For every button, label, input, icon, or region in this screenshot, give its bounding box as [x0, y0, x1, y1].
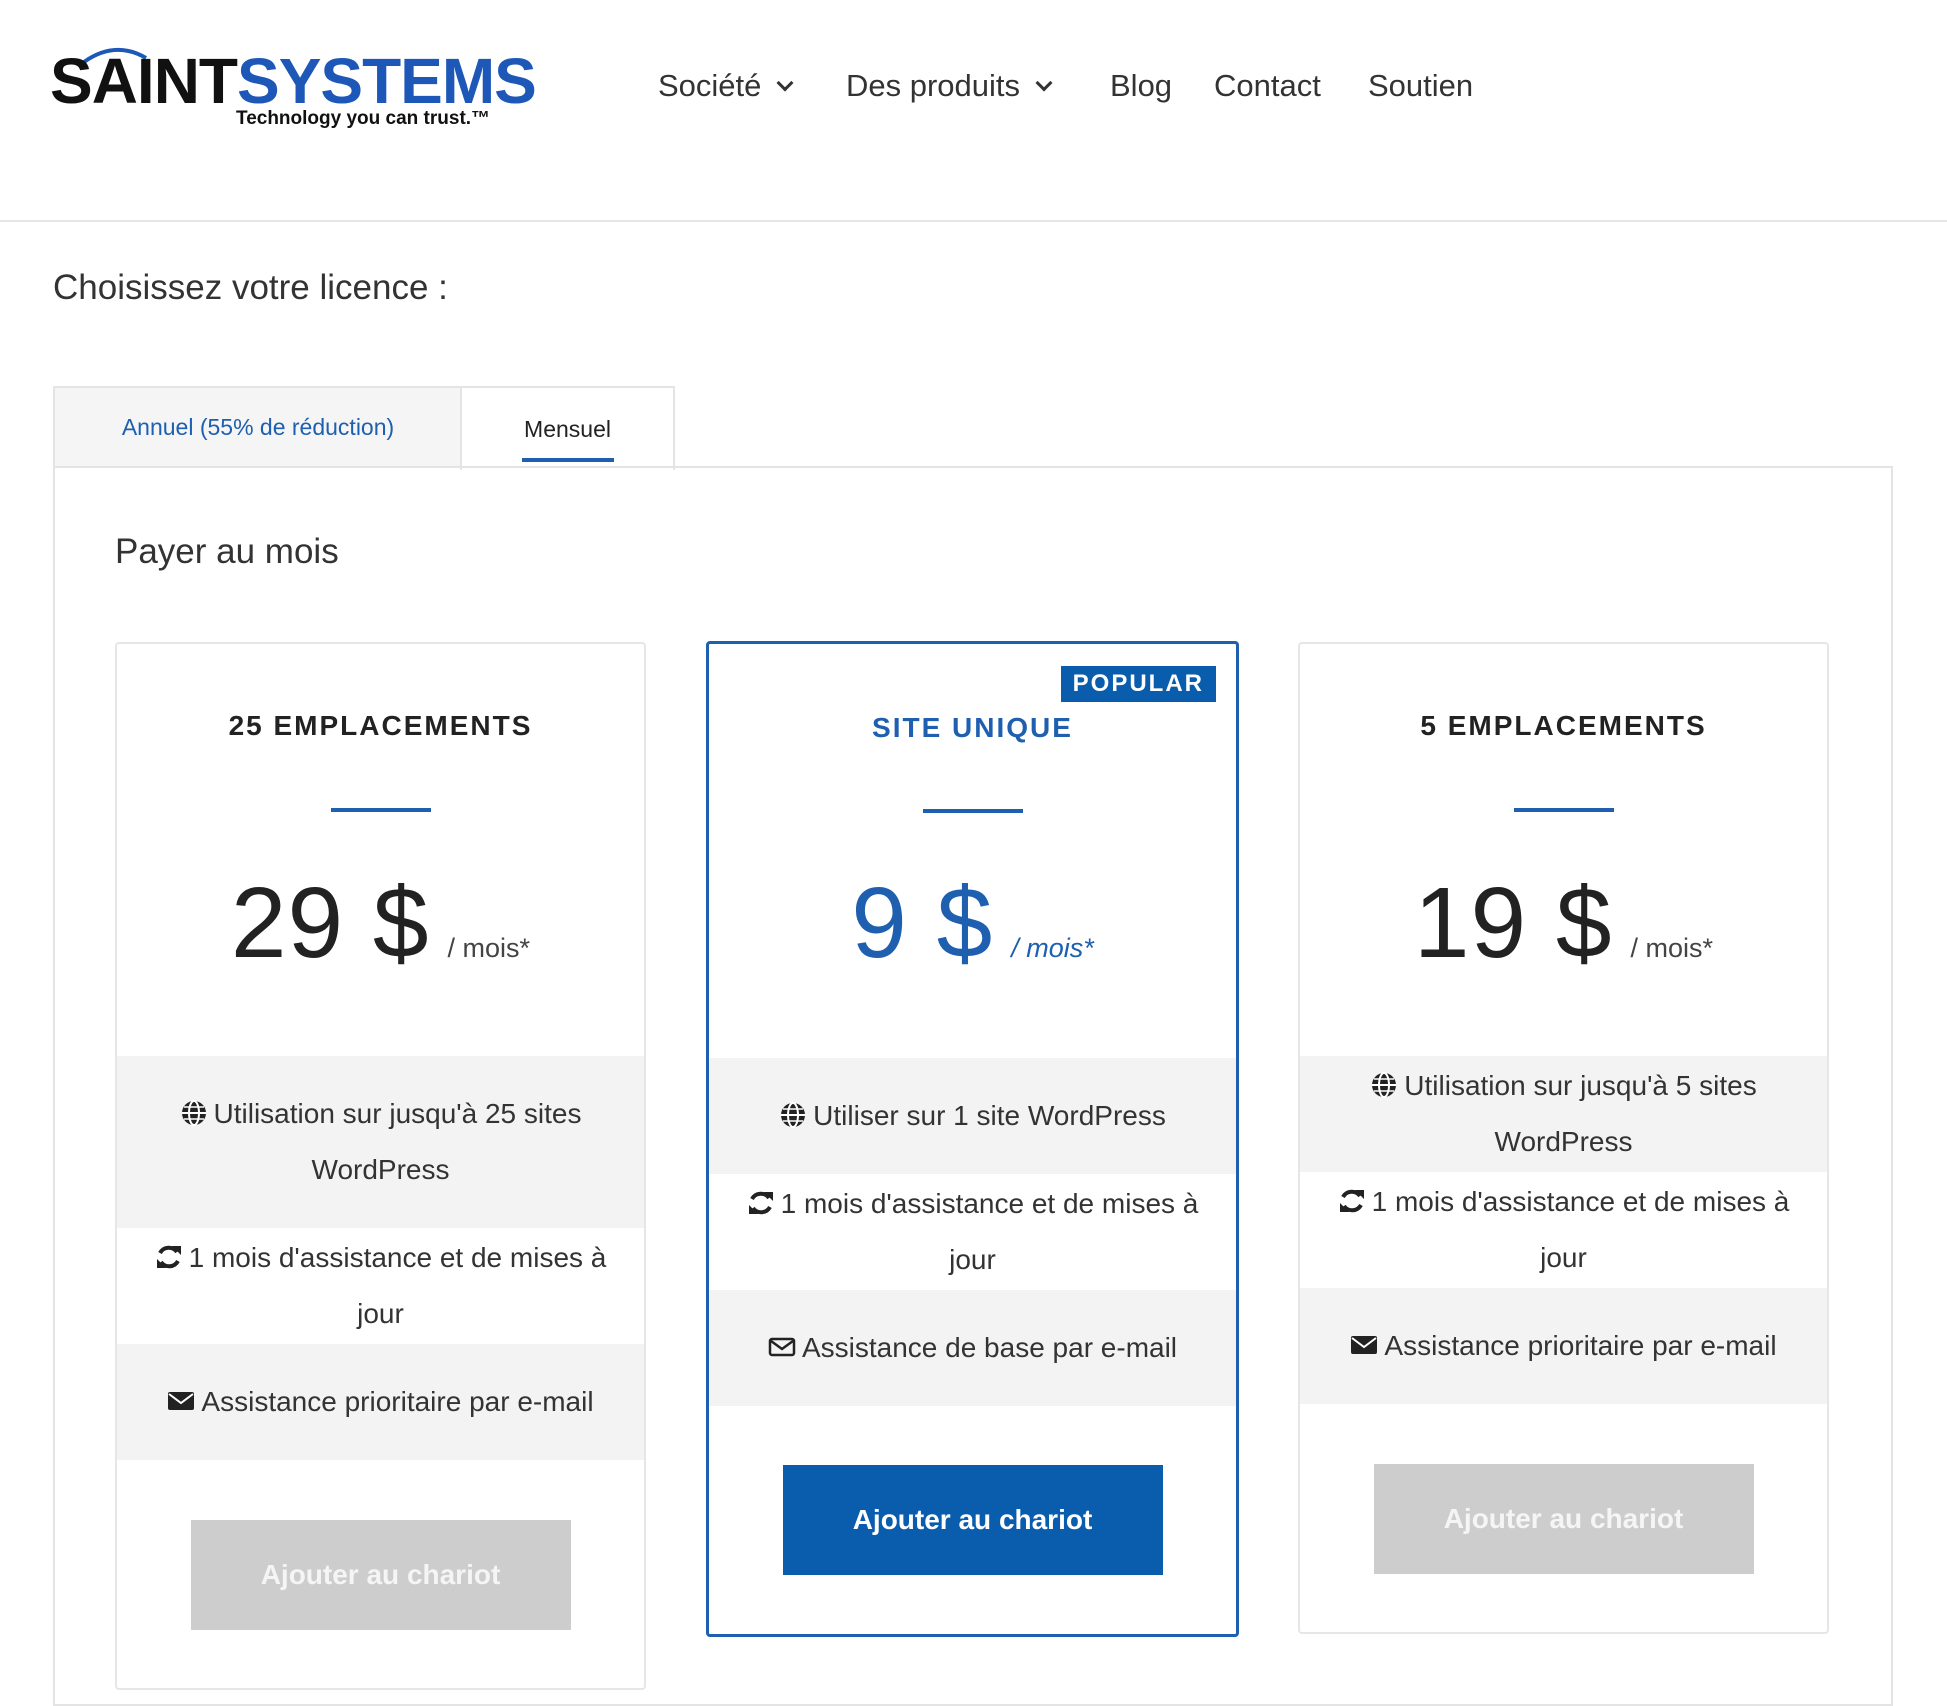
feature-content: Assistance prioritaire par e-mail	[1350, 1318, 1777, 1374]
feature-text: Assistance prioritaire par e-mail	[1384, 1330, 1777, 1361]
feature-text: Utilisation sur jusqu'à 25 sites WordPre…	[213, 1098, 582, 1185]
pricing-card-5-sites: 5 EMPLACEMENTS 19 $ / mois* Utilisation s…	[1298, 642, 1829, 1634]
refresh-icon	[1339, 1189, 1364, 1212]
site-logo[interactable]: SAINTSYSTEMS Technology you can trust.™	[50, 46, 537, 136]
price-period: / mois*	[1630, 933, 1714, 963]
logo-tagline: Technology you can trust.™	[236, 108, 491, 129]
feature-row: Utiliser sur 1 site WordPress	[709, 1058, 1236, 1174]
card-divider	[1513, 808, 1614, 812]
pricing-card-single-site: POPULAR SITE UNIQUE 9 $ / mois* Utiliser …	[706, 641, 1239, 1637]
price-period: / mois*	[447, 933, 531, 963]
envelope-icon	[168, 1391, 195, 1410]
card-divider	[922, 809, 1023, 813]
refresh-icon	[748, 1191, 773, 1214]
nav-item-blog[interactable]: Blog	[1110, 66, 1172, 106]
tab-annual-label: Annuel (55% de réduction)	[121, 413, 395, 440]
card-price: 29 $ / mois*	[117, 866, 644, 981]
feature-row: 1 mois d'assistance et de mises à jour	[709, 1174, 1236, 1290]
logo-wordmark-saint: SAINT	[50, 45, 238, 117]
feature-row: Utilisation sur jusqu'à 5 sites WordPres…	[1300, 1056, 1827, 1172]
envelope-outline-icon	[768, 1337, 796, 1356]
logo-wordmark-systems: SYSTEMS	[237, 45, 537, 117]
feature-row: Assistance prioritaire par e-mail	[117, 1344, 644, 1460]
feature-row: Utilisation sur jusqu'à 25 sites WordPre…	[117, 1056, 644, 1228]
price-period: / mois*	[1011, 933, 1094, 963]
tab-active-indicator	[522, 458, 614, 462]
feature-content: Utiliser sur 1 site WordPress	[779, 1088, 1166, 1144]
globe-icon	[781, 1101, 806, 1128]
envelope-icon	[1351, 1335, 1378, 1354]
card-price: 9 $ / mois*	[709, 866, 1236, 981]
feature-row: 1 mois d'assistance et de mises à jour	[117, 1228, 644, 1344]
nav-item-label: Des produits	[846, 68, 1021, 103]
card-title: SITE UNIQUE	[872, 712, 1073, 743]
feature-text: Utiliser sur 1 site WordPress	[813, 1100, 1166, 1131]
card-title: 5 EMPLACEMENTS	[1420, 710, 1707, 741]
globe-icon	[1372, 1071, 1397, 1098]
price-amount: 9 $	[851, 867, 994, 979]
feature-content: Assistance prioritaire par e-mail	[167, 1374, 594, 1430]
nav-item-label: Soutien	[1368, 68, 1474, 103]
nav-item-societe[interactable]: Société	[658, 66, 794, 106]
add-to-cart-button[interactable]: Ajouter au chariot	[190, 1520, 571, 1630]
panel-title: Payer au mois	[115, 532, 339, 571]
feature-text: Assistance prioritaire par e-mail	[201, 1386, 594, 1417]
add-to-cart-button[interactable]: Ajouter au chariot	[1373, 1464, 1754, 1574]
chevron-down-icon	[776, 74, 794, 92]
feature-text: Utilisation sur jusqu'à 5 sites WordPres…	[1404, 1070, 1757, 1157]
add-to-cart-button[interactable]: Ajouter au chariot	[782, 1465, 1163, 1575]
tab-annual[interactable]: Annuel (55% de réduction)	[53, 386, 461, 468]
feature-content: Utilisation sur jusqu'à 25 sites WordPre…	[177, 1086, 584, 1198]
feature-content: Utilisation sur jusqu'à 5 sites WordPres…	[1302, 1058, 1825, 1170]
feature-row: Assistance prioritaire par e-mail	[1300, 1288, 1827, 1404]
feature-text: 1 mois d'assistance et de mises à jour	[1371, 1186, 1790, 1273]
nav-item-label: Société	[658, 68, 762, 103]
price-amount: 19 $	[1413, 867, 1613, 979]
nav-item-soutien[interactable]: Soutien	[1368, 66, 1473, 106]
feature-text: Assistance de base par e-mail	[801, 1332, 1178, 1363]
feature-content: Assistance de base par e-mail	[768, 1320, 1177, 1376]
globe-icon	[181, 1099, 206, 1126]
pricing-card-25-sites: 25 EMPLACEMENTS 29 $ / mois* Utilisation …	[115, 642, 646, 1690]
feature-text: 1 mois d'assistance et de mises à jour	[188, 1242, 607, 1329]
card-price: 19 $ / mois*	[1300, 866, 1827, 981]
logo-wordmark: SAINTSYSTEMS	[50, 45, 537, 117]
nav-item-label: Blog	[1110, 68, 1173, 103]
feature-row: 1 mois d'assistance et de mises à jour	[1300, 1172, 1827, 1288]
nav-item-contact[interactable]: Contact	[1214, 66, 1321, 106]
popular-badge: POPULAR	[1060, 666, 1216, 702]
feature-content: 1 mois d'assistance et de mises à jour	[723, 1176, 1222, 1288]
nav-item-des-produits[interactable]: Des produits	[846, 66, 1053, 106]
tab-monthly[interactable]: Mensuel	[460, 386, 675, 470]
feature-text: 1 mois d'assistance et de mises à jour	[780, 1188, 1199, 1275]
card-divider	[330, 808, 431, 812]
feature-row: Assistance de base par e-mail	[709, 1290, 1236, 1406]
card-title: 25 EMPLACEMENTS	[228, 710, 533, 741]
price-amount: 29 $	[230, 867, 430, 979]
chevron-down-icon	[1035, 74, 1053, 92]
feature-content: 1 mois d'assistance et de mises à jour	[1314, 1174, 1813, 1286]
tab-monthly-label: Mensuel	[524, 415, 611, 442]
nav-item-label: Contact	[1214, 68, 1321, 103]
feature-content: 1 mois d'assistance et de mises à jour	[131, 1230, 630, 1342]
site-header: SAINTSYSTEMS Technology you can trust.™ …	[0, 0, 1947, 222]
page-title: Choisissez votre licence :	[53, 268, 448, 307]
refresh-icon	[156, 1245, 181, 1268]
